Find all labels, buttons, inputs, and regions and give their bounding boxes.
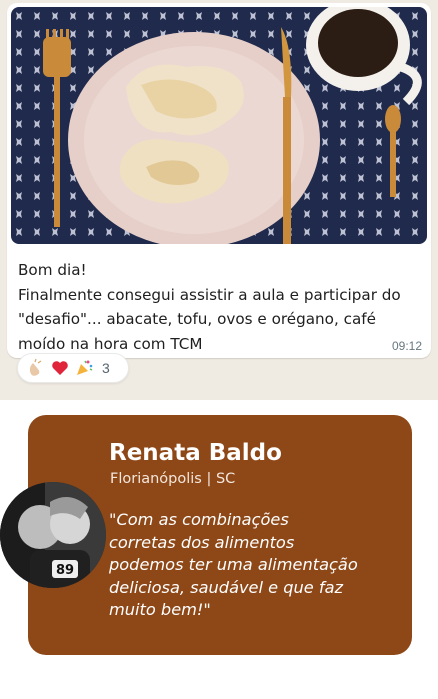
message-line: Bom dia! (18, 261, 87, 279)
clapping-hands-icon (26, 358, 46, 378)
quote-line: corretas dos alimentos (109, 532, 295, 552)
quote-line: "Com as combinações (109, 510, 289, 529)
quote-line: deliciosa, saudável e que faz (109, 577, 344, 597)
red-heart-icon (50, 358, 70, 378)
testimonial-name: Renata Baldo (109, 440, 282, 466)
svg-text:89: 89 (56, 563, 74, 578)
reaction-count: 3 (102, 360, 110, 376)
message-bubble[interactable]: Bom dia! Finalmente consegui assistir a … (7, 3, 431, 378)
reactions-pill[interactable]: 3 (17, 353, 129, 383)
quote-line: muito bem!" (109, 600, 211, 619)
message-timestamp: 09:12 (391, 339, 422, 353)
message-line: "desafio"... abacate, tofu, ovos e oréga… (18, 310, 376, 328)
breakfast-plate-photo[interactable] (11, 7, 427, 244)
testimonial-quote: "Com as combinações corretas dos aliment… (109, 509, 409, 622)
avatar: 89 (0, 482, 106, 588)
testimonial-city: Florianópolis | SC (110, 471, 236, 487)
party-popper-icon (74, 358, 94, 378)
quote-line: podemos ter uma alimentação (109, 555, 358, 574)
message-line: Finalmente consegui assistir a aula e pa… (18, 285, 401, 304)
